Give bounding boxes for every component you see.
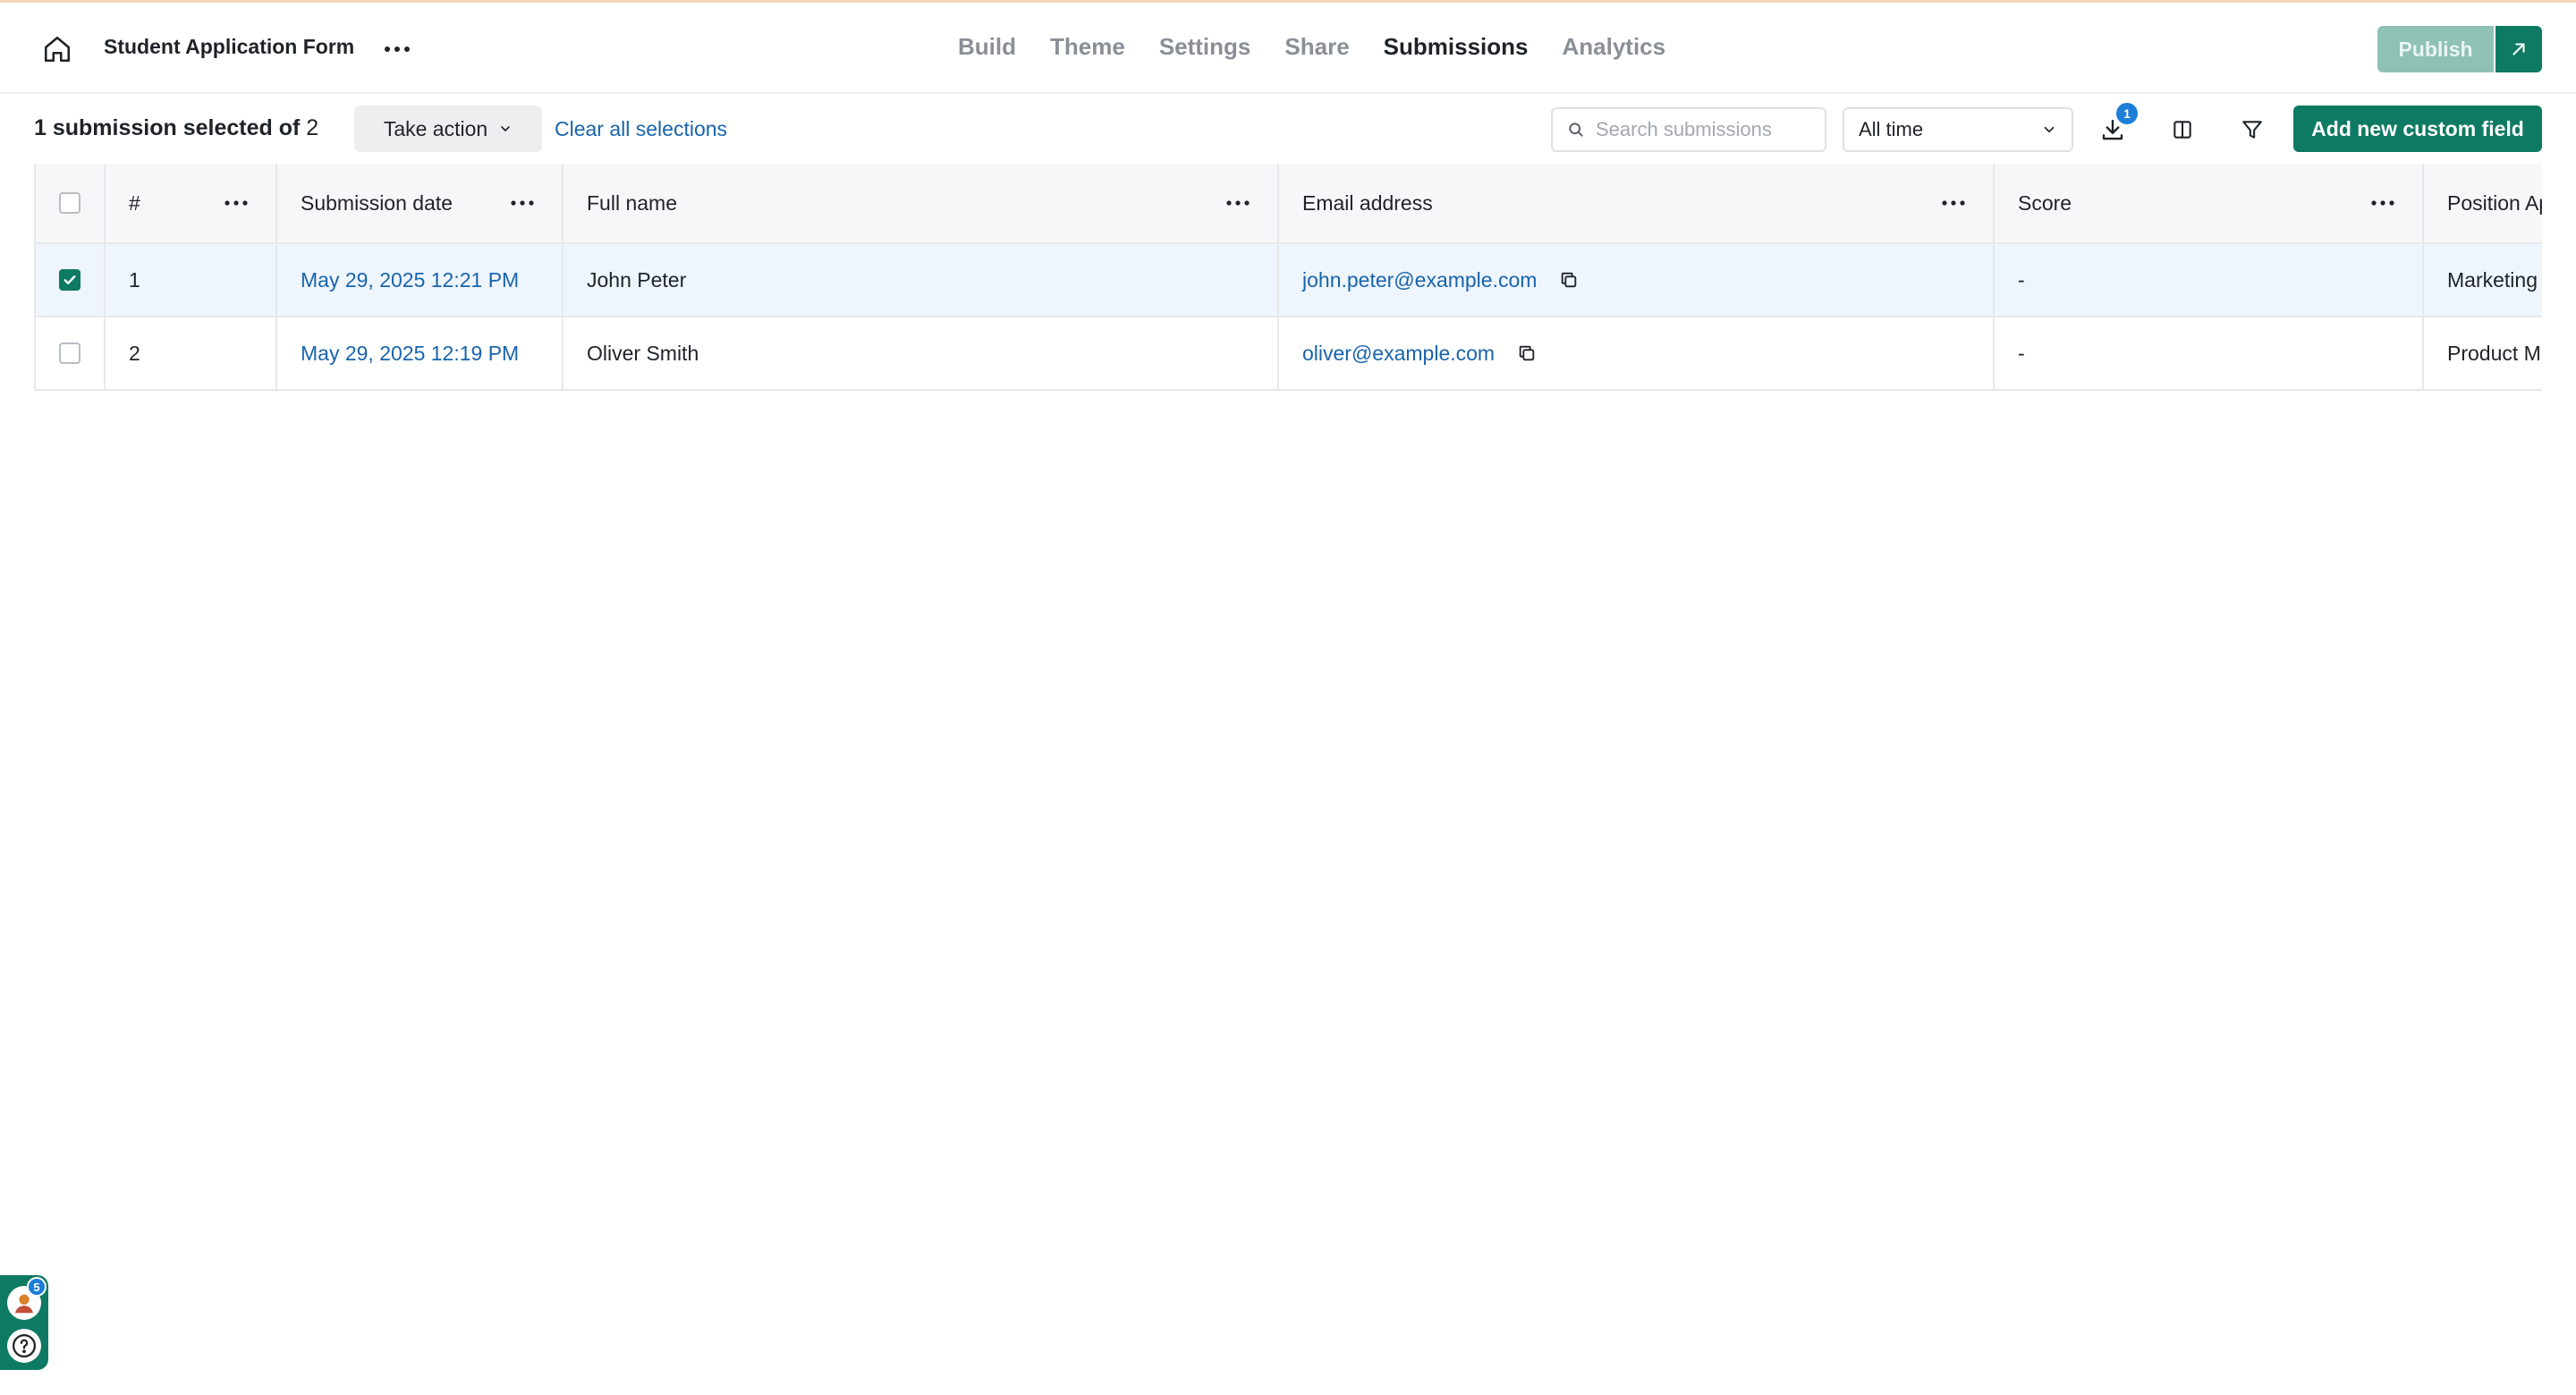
clear-all-selections-link[interactable]: Clear all selections [555,117,727,141]
selection-summary: 1 submission selected of 2 [34,115,318,141]
cell-score: - [1995,317,2424,389]
column-header-full-name: Full name [564,164,1279,242]
cell-score: - [1995,244,2424,316]
row-checkbox[interactable] [59,342,80,364]
app-header: Student Application Form Build Theme Set… [0,3,2576,94]
chevron-down-icon [501,126,510,131]
form-more-options-icon[interactable] [379,33,415,65]
selection-summary-text: 1 submission selected of [34,115,301,140]
help-icon[interactable] [7,1329,41,1363]
chevron-down-icon [2044,126,2055,133]
columns-button[interactable] [2161,108,2204,151]
cell-email: oliver@example.com [1279,317,1995,389]
column-menu-icon[interactable] [506,192,538,214]
search-box [1551,107,1826,152]
time-range-value: All time [1859,118,1924,140]
support-widget: 5 [0,1275,48,1370]
row-select-cell [36,317,106,389]
column-header-label: # [129,190,140,215]
column-header-label: Position Ap [2447,190,2542,215]
table-row[interactable]: 1 May 29, 2025 12:21 PM John Peter john.… [36,244,2542,317]
search-input[interactable] [1596,118,1810,141]
select-all-checkbox[interactable] [59,192,80,214]
submissions-table: # Submission date Full name Email addres… [34,164,2542,391]
filter-icon [2242,121,2262,139]
column-header-label: Email address [1302,190,1433,215]
column-header-score: Score [1995,164,2424,242]
download-badge: 1 [2116,103,2138,124]
tab-analytics[interactable]: Analytics [1545,33,1682,61]
publish-group: Publish [2377,26,2542,72]
column-menu-icon[interactable] [1222,192,1254,214]
tab-settings[interactable]: Settings [1142,33,1268,61]
submission-date-link[interactable]: May 29, 2025 12:21 PM [301,268,519,292]
filter-button[interactable] [2231,108,2274,151]
home-icon[interactable] [39,31,75,67]
columns-icon [2174,121,2191,139]
take-action-button[interactable]: Take action [354,106,542,152]
column-menu-icon[interactable] [1937,192,1970,214]
column-header-email: Email address [1279,164,1995,242]
tab-theme[interactable]: Theme [1033,33,1142,61]
main-tabs: Build Theme Settings Share Submissions A… [941,33,1682,61]
column-menu-icon[interactable] [2367,192,2399,214]
take-action-label: Take action [383,116,488,140]
column-header-label: Score [2018,190,2072,215]
add-custom-field-button[interactable]: Add new custom field [2293,106,2542,152]
submissions-toolbar: 1 submission selected of 2 Take action C… [0,94,2576,164]
time-range-select[interactable]: All time [1843,107,2073,152]
download-button[interactable]: 1 [2091,103,2138,151]
column-menu-icon[interactable] [220,192,252,214]
table-row[interactable]: 2 May 29, 2025 12:19 PM Oliver Smith oli… [36,317,2542,391]
check-icon [64,275,76,284]
open-published-arrow-icon[interactable] [2496,26,2542,72]
column-header-position: Position Ap [2424,164,2542,242]
tab-share[interactable]: Share [1267,33,1366,61]
column-header-label: Full name [587,190,677,215]
form-title: Student Application Form [104,35,355,58]
submission-date-link[interactable]: May 29, 2025 12:19 PM [301,342,519,366]
search-icon [1569,123,1583,137]
table-header-row: # Submission date Full name Email addres… [36,164,2542,244]
cell-position: Marketing [2447,267,2538,292]
cell-email: john.peter@example.com [1279,244,1995,316]
cell-submission-date: May 29, 2025 12:19 PM [277,317,564,389]
cell-number: 1 [106,244,277,316]
copy-icon[interactable] [1514,341,1539,366]
tab-build[interactable]: Build [941,33,1033,61]
cell-number: 2 [106,317,277,389]
cell-position: Product M [2447,341,2541,365]
cell-submission-date: May 29, 2025 12:21 PM [277,244,564,316]
email-link[interactable]: john.peter@example.com [1302,268,1537,292]
publish-button[interactable]: Publish [2377,26,2494,72]
column-header-label: Submission date [301,190,453,215]
tab-submissions[interactable]: Submissions [1367,33,1546,61]
cell-full-name: Oliver Smith [564,317,1279,389]
header-select-cell [36,164,106,242]
column-header-number: # [106,164,277,242]
cell-full-name: John Peter [564,244,1279,316]
row-select-cell [36,244,106,316]
column-header-submission-date: Submission date [277,164,564,242]
email-link[interactable]: oliver@example.com [1302,342,1495,366]
notification-badge: 5 [27,1277,47,1297]
row-checkbox[interactable] [59,269,80,291]
copy-icon[interactable] [1556,267,1581,292]
selection-total: 2 [306,115,319,140]
